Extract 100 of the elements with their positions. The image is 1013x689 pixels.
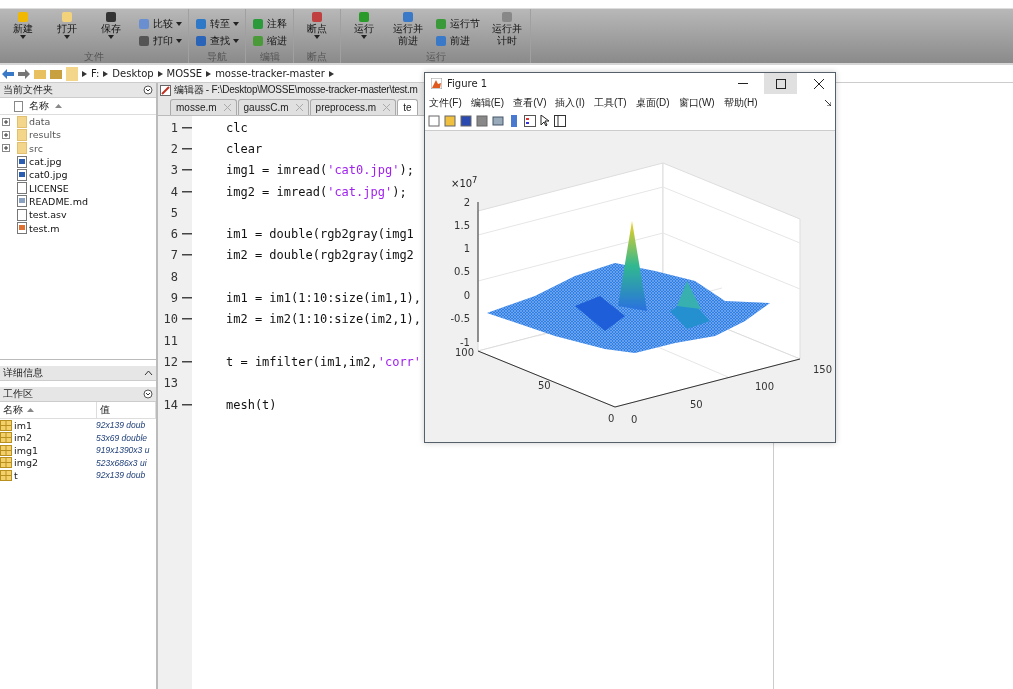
variable-name[interactable]: im2 — [14, 432, 32, 444]
line-number: 2 — [169, 141, 178, 156]
editor-title: 编辑器 - F:\Desktop\MOSSE\mosse-tracker-master\test.m — [174, 83, 418, 97]
tick-label: 1.5 — [454, 220, 470, 231]
column-header[interactable]: 名称 — [29, 99, 49, 113]
menu-item[interactable]: 帮助(H) — [723, 96, 758, 110]
editor-tab[interactable]: preprocess.m — [309, 99, 397, 115]
tick-label: 100 — [455, 347, 475, 358]
code-line: img2 = imread('cat.jpg'); — [226, 184, 407, 199]
ribbon-button[interactable]: 比较 — [138, 17, 182, 31]
caret-icon — [176, 22, 182, 26]
expand-icon — [2, 117, 10, 126]
menu-item[interactable]: 查看(V) — [513, 96, 547, 110]
grid-icon — [0, 469, 12, 481]
variable-value: 92x139 doub — [96, 470, 146, 481]
menu-item[interactable]: 工具(T) — [593, 96, 627, 110]
ribbon-button[interactable]: 保存 — [94, 11, 128, 39]
script-file-icon — [17, 222, 27, 234]
panel-icon[interactable] — [554, 115, 566, 127]
file-icon — [14, 100, 23, 112]
variable-name[interactable]: img2 — [14, 457, 38, 469]
ribbon-button[interactable]: 新建 — [6, 11, 40, 39]
code-line: im1 = double(rgb2gray(img1 — [226, 227, 414, 242]
back-icon[interactable] — [2, 68, 14, 79]
ribbon-button[interactable]: 注释 — [252, 17, 287, 31]
file-name[interactable]: test.asv — [29, 209, 67, 221]
path-segment[interactable]: MOSSE — [166, 68, 203, 79]
dock-icon[interactable] — [825, 100, 831, 106]
editor-tab[interactable]: te — [397, 99, 418, 115]
tick-label: 0.5 — [454, 266, 470, 277]
group-title: 文件 — [83, 51, 105, 63]
file-name[interactable]: LICENSE — [29, 182, 69, 194]
grid-icon — [0, 432, 12, 444]
code-line: im1 = im1(1:10:size(im1,1), — [226, 291, 422, 305]
tick-label: 150 — [813, 364, 833, 375]
file-name[interactable]: cat.jpg — [29, 156, 62, 168]
maximize-button[interactable] — [764, 73, 797, 94]
editor-tab[interactable]: mosse.m — [170, 99, 237, 115]
axis-exponent: ×10$^{7}$ — [451, 175, 478, 190]
ribbon-button[interactable]: 运行并前进 — [391, 11, 425, 47]
file-name[interactable]: results — [29, 129, 61, 141]
line-number: 7 — [169, 248, 178, 263]
ribbon-button[interactable]: 运行 — [347, 11, 381, 39]
sort-icon — [27, 408, 34, 412]
line-number: 1 — [169, 120, 178, 135]
new-file-icon[interactable] — [428, 115, 440, 127]
menu-item[interactable]: 窗口(W) — [678, 96, 715, 110]
ribbon-button[interactable]: 运行节 — [435, 17, 480, 31]
dash-icon — [182, 360, 192, 363]
file-name[interactable]: cat0.jpg — [29, 169, 68, 181]
forward-icon[interactable] — [18, 68, 30, 79]
legend-icon[interactable] — [524, 115, 536, 127]
path-segment[interactable]: F: — [91, 68, 100, 79]
editor-tab[interactable]: gaussC.m — [237, 99, 309, 115]
tick-label: 0 — [463, 290, 470, 301]
column-header[interactable]: 值 — [100, 403, 111, 417]
panel-title: 详细信息 — [3, 366, 43, 380]
ribbon-button[interactable]: 查找 — [195, 34, 239, 48]
menu-item[interactable]: 编辑(E) — [470, 96, 505, 110]
variable-name[interactable]: t — [14, 469, 18, 481]
variable-name[interactable]: im1 — [14, 419, 32, 431]
file-name[interactable]: README.md — [29, 195, 88, 207]
file-name[interactable]: test.m — [29, 222, 60, 234]
file-icon — [17, 208, 27, 221]
ribbon-button[interactable]: 运行并计时 — [490, 11, 524, 47]
ribbon-button[interactable]: 缩进 — [252, 34, 287, 48]
menu-item[interactable]: 桌面(D) — [635, 96, 670, 110]
panel-menu-icon[interactable] — [143, 85, 153, 95]
ribbon-button[interactable]: 打开 — [50, 11, 84, 39]
path-segment[interactable]: Desktop — [112, 68, 154, 79]
dash-icon — [182, 318, 192, 321]
dash-icon — [182, 297, 192, 299]
variable-name[interactable]: img1 — [14, 444, 38, 456]
panel-title: 工作区 — [3, 387, 33, 401]
menu-item[interactable]: 插入(I) — [555, 96, 585, 110]
variable-value: 92x139 doub — [96, 420, 146, 431]
tick-label: 100 — [755, 381, 775, 392]
code-line: mesh(t) — [226, 397, 277, 412]
code-line: clc — [226, 120, 248, 135]
collapse-icon[interactable] — [144, 370, 153, 376]
code-line: clear — [226, 141, 263, 156]
ribbon-button[interactable]: 断点 — [300, 11, 334, 39]
file-name[interactable]: src — [29, 142, 43, 154]
image-file-icon — [17, 155, 27, 168]
colorbar-icon[interactable] — [508, 115, 520, 127]
chevron-icon — [82, 70, 87, 77]
line-number: 9 — [169, 291, 178, 305]
ribbon-button[interactable]: 转至 — [195, 17, 239, 31]
file-name[interactable]: data — [29, 116, 51, 128]
ribbon-button[interactable]: 打印 — [138, 34, 182, 48]
column-header[interactable]: 名称 — [3, 403, 23, 417]
panel-menu-icon[interactable] — [143, 389, 153, 399]
panel-title: 当前文件夹 — [3, 83, 53, 97]
ribbon-button[interactable]: 前进 — [435, 34, 480, 48]
grid-icon — [0, 457, 12, 469]
tick-label: 50 — [690, 399, 703, 410]
menu-item[interactable]: 文件(F) — [429, 96, 462, 110]
pointer-icon[interactable] — [540, 115, 550, 127]
path-segment[interactable]: mosse-tracker-master — [215, 68, 325, 79]
chevron-icon — [206, 70, 212, 77]
